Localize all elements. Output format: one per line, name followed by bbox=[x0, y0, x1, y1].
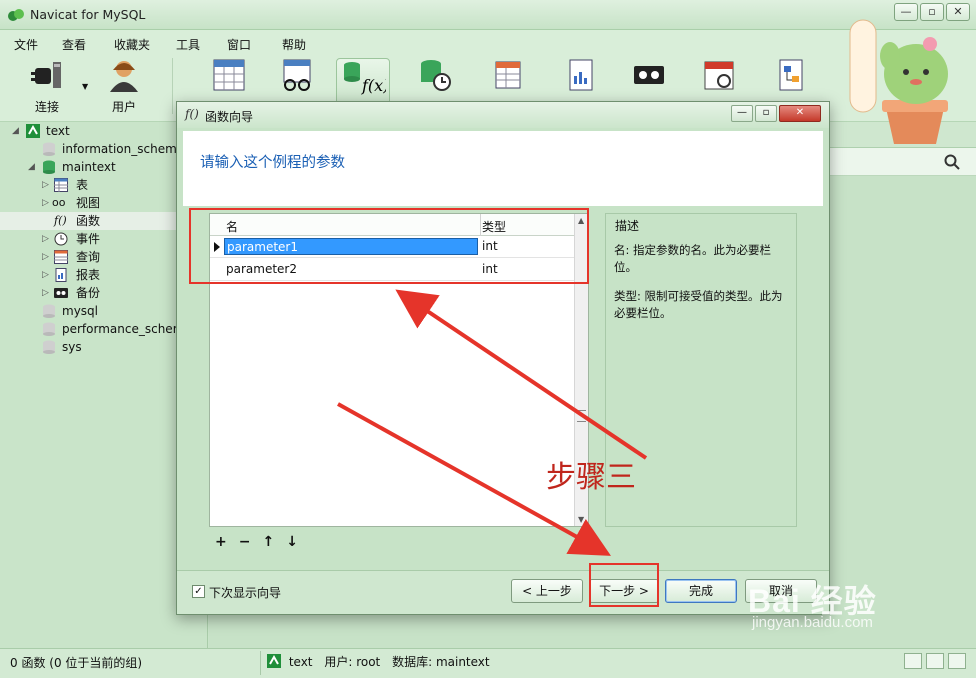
annotation-step-three: 步骤三 bbox=[546, 460, 636, 495]
dialog-title-bar: f() 函数向导 — ▫ ✕ bbox=[177, 102, 829, 128]
description-text: 名: 指定参数的名。此为必要栏位。 类型: 限制可接受值的类型。此为必要栏位。 bbox=[614, 242, 792, 334]
function-icon: f() bbox=[185, 107, 199, 121]
table-icon bbox=[54, 178, 68, 192]
expand-icon[interactable]: ▷ bbox=[42, 266, 49, 284]
grid-view-button[interactable] bbox=[904, 653, 922, 669]
function-icon: f() bbox=[54, 214, 67, 227]
user-button[interactable]: 用户 bbox=[97, 58, 151, 118]
move-up-button[interactable]: ↑ bbox=[262, 534, 274, 550]
database-icon bbox=[43, 142, 55, 156]
cactus-sticker-icon bbox=[849, 19, 948, 144]
menu-tools[interactable]: 工具 bbox=[176, 36, 200, 53]
dialog-minimize-button[interactable]: — bbox=[731, 105, 753, 122]
database-icon bbox=[43, 304, 55, 318]
view-mode-buttons bbox=[904, 653, 966, 669]
app-title: Navicat for MySQL bbox=[30, 7, 146, 22]
status-user: 用户: root bbox=[324, 655, 381, 669]
show-next-time-checkbox[interactable]: ✓ bbox=[192, 585, 205, 598]
expand-icon[interactable]: ▷ bbox=[42, 248, 49, 266]
connect-dropdown-icon[interactable]: ▼ bbox=[82, 82, 88, 91]
menu-view[interactable]: 查看 bbox=[62, 36, 86, 53]
menu-favorites[interactable]: 收藏夹 bbox=[114, 36, 150, 53]
annotation-box-parameters bbox=[189, 208, 589, 284]
show-next-time-label: 下次显示向导 bbox=[209, 586, 282, 600]
database-icon bbox=[43, 322, 55, 336]
annotation-box-next bbox=[589, 563, 659, 607]
plug-icon bbox=[31, 62, 61, 88]
toolbar-separator bbox=[172, 58, 173, 114]
dialog-title: 函数向导 bbox=[205, 110, 254, 124]
previous-button[interactable]: < 上一步 bbox=[511, 579, 583, 603]
status-count: 0 函数 (0 位于当前的组) bbox=[10, 656, 143, 670]
connection-icon bbox=[26, 124, 40, 138]
title-bar: Navicat for MySQL — ▫ ✕ bbox=[0, 0, 976, 30]
remove-parameter-button[interactable]: − bbox=[239, 534, 251, 550]
dialog-close-button[interactable]: ✕ bbox=[779, 105, 821, 122]
connect-button[interactable]: 连接 bbox=[20, 58, 74, 118]
connect-label: 连接 bbox=[34, 100, 59, 114]
calendar-icon bbox=[704, 61, 734, 90]
table-icon bbox=[213, 59, 245, 91]
function-icon: f(x) bbox=[344, 62, 386, 95]
finish-button[interactable]: 完成 bbox=[665, 579, 737, 603]
detail-view-button[interactable] bbox=[948, 653, 966, 669]
status-bar: 0 函数 (0 位于当前的组) text 用户: root 数据库: maint… bbox=[0, 648, 976, 678]
navicat-logo-icon bbox=[8, 9, 24, 21]
expand-icon[interactable]: ▷ bbox=[42, 230, 49, 248]
dialog-header: 请输入这个例程的参数 bbox=[183, 131, 823, 206]
model-icon bbox=[779, 59, 803, 91]
backup-icon bbox=[634, 66, 664, 84]
dialog-heading: 请输入这个例程的参数 bbox=[200, 155, 345, 171]
database-icon bbox=[43, 340, 55, 354]
connection-icon bbox=[267, 654, 281, 668]
dialog-maximize-button[interactable]: ▫ bbox=[755, 105, 777, 122]
description-title: 描述 bbox=[613, 217, 642, 234]
event-icon bbox=[421, 60, 451, 91]
menu-help[interactable]: 帮助 bbox=[282, 36, 306, 53]
status-connection: text bbox=[288, 655, 313, 669]
report-icon bbox=[569, 59, 593, 91]
list-view-button[interactable] bbox=[926, 653, 944, 669]
query-icon bbox=[54, 250, 68, 264]
search-icon[interactable] bbox=[944, 154, 960, 170]
user-icon bbox=[110, 61, 138, 92]
expand-icon[interactable]: ▷ bbox=[42, 284, 49, 302]
grid-tools: + − ↑ ↓ bbox=[215, 534, 298, 550]
status-database: 数据库: maintext bbox=[392, 655, 490, 669]
dialog-footer: ✓ 下次显示向导 < 上一步 下一步 > 完成 取消 bbox=[177, 570, 829, 614]
menu-file[interactable]: 文件 bbox=[14, 36, 38, 53]
description-type: 类型: 限制可接受值的类型。此为必要栏位。 bbox=[614, 289, 783, 320]
expand-icon[interactable]: ▷ bbox=[42, 176, 49, 194]
report-icon bbox=[55, 268, 67, 282]
svg-text:f(x): f(x) bbox=[361, 76, 386, 95]
dialog-window-controls: — ▫ ✕ bbox=[731, 105, 821, 122]
menu-window[interactable]: 窗口 bbox=[227, 36, 251, 53]
collapse-icon[interactable]: ◢ bbox=[28, 158, 35, 176]
description-name: 名: 指定参数的名。此为必要栏位。 bbox=[614, 243, 772, 274]
user-label: 用户 bbox=[111, 100, 136, 114]
database-icon bbox=[43, 160, 55, 174]
scroll-thumb[interactable] bbox=[577, 410, 586, 422]
baidu-watermark-url: jingyan.baidu.com bbox=[752, 614, 873, 631]
scroll-down-icon[interactable]: ▼ bbox=[578, 515, 584, 524]
collapse-icon[interactable]: ◢ bbox=[12, 122, 19, 140]
move-down-button[interactable]: ↓ bbox=[286, 534, 298, 550]
add-parameter-button[interactable]: + bbox=[215, 534, 227, 550]
view-icon: oo bbox=[52, 196, 66, 209]
backup-icon bbox=[54, 288, 68, 298]
view-icon bbox=[283, 59, 311, 91]
status-connection-info: text 用户: root 数据库: maintext bbox=[260, 651, 498, 675]
function-wizard-dialog: f() 函数向导 — ▫ ✕ 请输入这个例程的参数 名 类型 parameter… bbox=[176, 101, 830, 615]
menu-bar: 文件 查看 收藏夹 工具 窗口 帮助 bbox=[0, 30, 976, 54]
query-icon bbox=[495, 61, 521, 89]
expand-icon[interactable]: ▷ bbox=[42, 194, 49, 212]
event-icon bbox=[54, 232, 68, 246]
